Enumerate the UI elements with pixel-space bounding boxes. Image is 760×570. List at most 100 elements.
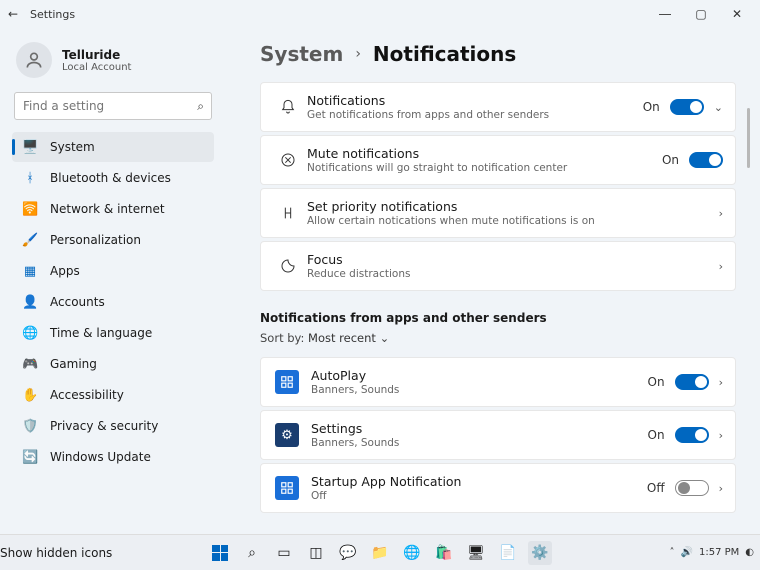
nav-item-time-language[interactable]: 🌐 Time & language <box>12 318 214 348</box>
minimize-button[interactable]: ― <box>654 7 676 21</box>
window-title: Settings <box>30 8 75 21</box>
priority-icon <box>275 205 301 221</box>
nav-label: Privacy & security <box>50 419 158 433</box>
tray-chevron[interactable]: ˄ <box>670 547 675 558</box>
close-button[interactable]: ✕ <box>726 7 748 21</box>
toggle-app[interactable] <box>675 374 709 390</box>
nav-item-personalization[interactable]: 🖌️Personalization <box>12 225 214 255</box>
search-box[interactable]: ⌕ <box>14 92 212 120</box>
explorer[interactable]: 📁 <box>368 541 392 565</box>
titlebar: ← Settings ― ▢ ✕ <box>0 0 760 28</box>
setting-title: Set priority notifications <box>307 199 595 214</box>
app-row-autoplay[interactable]: AutoPlayBanners, Sounds On › <box>261 358 735 406</box>
setting-desc: Allow certain notications when mute noti… <box>307 215 595 227</box>
toggle-app[interactable] <box>675 427 709 443</box>
nav-item-apps[interactable]: ▦ Apps <box>12 256 214 286</box>
crumb-current: Notifications <box>373 42 516 66</box>
nav-item-gaming[interactable]: 🎮 Gaming <box>12 349 214 379</box>
app-tile <box>275 370 299 394</box>
toggle-state: On <box>643 100 660 114</box>
taskbar-search[interactable]: ⌕ <box>240 541 264 565</box>
sort-value: Most recent <box>308 331 376 345</box>
setting-mute[interactable]: Mute notificationsNotifications will go … <box>261 136 735 184</box>
nav-item-accounts[interactable]: 👤 Accounts <box>12 287 214 317</box>
chevron-right-icon: › <box>355 46 361 62</box>
app-name: AutoPlay <box>311 368 399 383</box>
toggle-mute[interactable] <box>689 152 723 168</box>
nav-icon: 🛜 <box>22 202 38 217</box>
app-row-settings[interactable]: ⚙ SettingsBanners, Sounds On› <box>261 411 735 459</box>
nav-label: Bluetooth & devices <box>50 171 171 185</box>
store[interactable]: 🛍️ <box>432 541 456 565</box>
nav-icon: 👤 <box>22 295 38 310</box>
chevron-right-icon[interactable]: › <box>719 207 723 220</box>
setting-title: Notifications <box>307 93 549 108</box>
section-heading: Notifications from apps and other sender… <box>260 311 736 325</box>
back-button[interactable]: ← <box>6 7 20 21</box>
focus-icon <box>275 258 301 274</box>
notepad[interactable]: 📄 <box>496 541 520 565</box>
terminal[interactable]: 🖥 <box>464 541 488 565</box>
setting-priority[interactable]: Set priority notificationsAllow certain … <box>261 189 735 237</box>
chevron-right-icon[interactable]: › <box>719 429 723 442</box>
nav-icon: ✋ <box>22 388 38 403</box>
nav-label: Network & internet <box>50 202 165 216</box>
system-tray[interactable]: 🔊 <box>681 547 693 558</box>
nav-item-bluetooth-devices[interactable]: ᚼBluetooth & devices <box>12 163 214 193</box>
nav-item-windows-update[interactable]: 🔄 Windows Update <box>12 442 214 472</box>
nav-icon: ▦ <box>22 264 38 279</box>
settings-taskbar[interactable]: ⚙️ <box>528 541 552 565</box>
setting-notifications[interactable]: NotificationsGet notifications from apps… <box>261 83 735 131</box>
nav-item-privacy-security[interactable]: 🛡️Privacy & security <box>12 411 214 441</box>
notifications-tray[interactable]: ◐ <box>745 547 754 558</box>
chevron-right-icon[interactable]: › <box>719 260 723 273</box>
chevron-right-icon[interactable]: › <box>719 376 723 389</box>
chat[interactable]: 💬 <box>336 541 360 565</box>
nav-item-system[interactable]: 🖥️System <box>12 132 214 162</box>
nav-item-network-internet[interactable]: 🛜 Network & internet <box>12 194 214 224</box>
nav-label: Windows Update <box>50 450 151 464</box>
sort-control[interactable]: Sort by: Most recent ⌄ <box>260 331 736 345</box>
search-input[interactable] <box>14 92 212 120</box>
app-desc: Off <box>311 490 461 502</box>
nav-icon: 🎮 <box>22 357 38 372</box>
search-icon: ⌕ <box>197 99 204 114</box>
notifications-icon <box>275 99 301 115</box>
crumb-parent[interactable]: System <box>260 42 343 66</box>
user-block[interactable]: Telluride Local Account <box>12 36 214 92</box>
toggle-state: On <box>648 428 665 442</box>
scrollbar[interactable] <box>747 108 750 168</box>
avatar <box>16 42 52 78</box>
app-name: Settings <box>311 421 399 436</box>
chevron-down-icon[interactable]: ⌄ <box>714 101 723 114</box>
nav-icon: 🌐 <box>22 326 38 341</box>
app-row-startup-app-notification[interactable]: Startup App NotificationOff Off› <box>261 464 735 512</box>
nav-icon: 🔄 <box>22 450 38 465</box>
chevron-right-icon[interactable]: › <box>719 482 723 495</box>
nav-label: Accessibility <box>50 388 124 402</box>
setting-focus[interactable]: FocusReduce distractions › <box>261 242 735 290</box>
nav-label: Gaming <box>50 357 97 371</box>
task-view[interactable]: ▭ <box>272 541 296 565</box>
nav-label: Time & language <box>50 326 152 340</box>
nav-label: Apps <box>50 264 80 278</box>
toggle-app[interactable] <box>675 480 709 496</box>
sidebar: Telluride Local Account ⌕ 🖥️SystemᚼBluet… <box>10 28 216 534</box>
app-name: Startup App Notification <box>311 474 461 489</box>
maximize-button[interactable]: ▢ <box>690 7 712 21</box>
nav-icon: 🖌️ <box>22 233 38 248</box>
app-desc: Banners, Sounds <box>311 384 399 396</box>
nav-label: Accounts <box>50 295 105 309</box>
toggle-state: On <box>648 375 665 389</box>
widgets[interactable]: ◫ <box>304 541 328 565</box>
main-panel: System › Notifications NotificationsGet … <box>216 28 750 534</box>
toggle-state: Off <box>647 481 665 495</box>
clock[interactable]: 1:57 PM <box>699 547 739 558</box>
tray-tooltip: Show hidden icons <box>0 546 112 560</box>
user-type: Local Account <box>62 62 131 73</box>
edge[interactable]: 🌐 <box>400 541 424 565</box>
nav-item-accessibility[interactable]: ✋ Accessibility <box>12 380 214 410</box>
mute-icon <box>275 152 301 168</box>
toggle-notifications[interactable] <box>670 99 704 115</box>
start-button[interactable] <box>208 541 232 565</box>
